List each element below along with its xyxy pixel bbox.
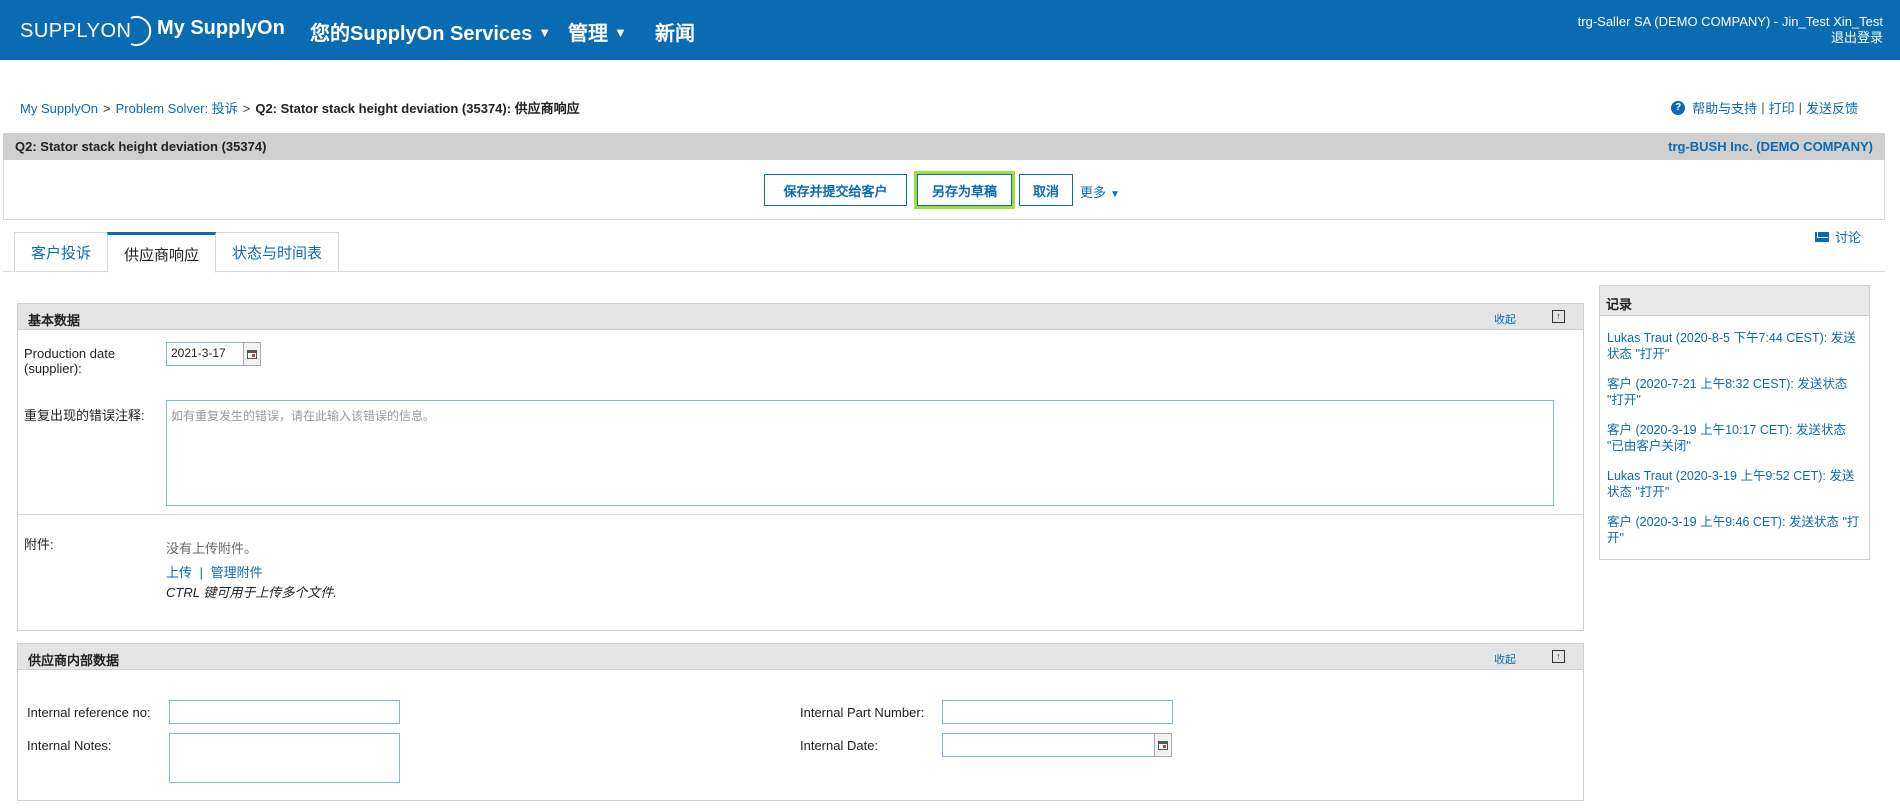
log-entry[interactable]: 客户 (2020-3-19 上午9:46 CET): 发送状态 "打开"	[1607, 514, 1863, 546]
nav-services[interactable]: 您的SupplyOn Services ▼	[310, 17, 551, 46]
complaint-title-bar: Q2: Stator stack height deviation (35374…	[3, 133, 1885, 160]
internal-data-title: 供应商内部数据	[28, 653, 120, 668]
user-name: trg-Saller SA (DEMO COMPANY) - Jin_Test …	[1577, 14, 1883, 29]
print-link[interactable]: 打印	[1769, 98, 1795, 117]
breadcrumb-current: Q2: Stator stack height deviation (35374…	[255, 101, 580, 116]
envelope-icon	[1815, 231, 1829, 242]
no-attachments-text: 没有上传附件。	[166, 541, 258, 556]
nav-admin[interactable]: 管理 ▼	[568, 17, 627, 46]
supplyon-logo[interactable]: SUPPLYON	[20, 14, 153, 48]
discuss-label: 讨论	[1835, 230, 1862, 245]
user-info: trg-Saller SA (DEMO COMPANY) - Jin_Test …	[1578, 14, 1883, 46]
internal-reference-label: Internal reference no:	[27, 705, 151, 720]
tab-status-timeline[interactable]: 状态与时间表	[215, 232, 340, 272]
recurring-error-textarea[interactable]: 如有重复发生的错误，请在此输入该错误的信息。	[166, 400, 1554, 506]
calendar-icon[interactable]	[1154, 733, 1172, 757]
ctrl-hint-text: CTRL 键可用于上传多个文件.	[166, 585, 337, 600]
basic-data-panel: 基本数据 收起 ↑ Production date (supplier): 20…	[17, 303, 1584, 631]
log-panel: 记录 Lukas Traut (2020-8-5 下午7:44 CEST): 发…	[1599, 285, 1870, 560]
collapse-link[interactable]: 收起	[1494, 651, 1516, 667]
internal-data-header: 供应商内部数据 收起 ↑	[18, 644, 1583, 670]
chevron-down-icon: ▼	[1110, 189, 1120, 200]
calendar-glyph	[1158, 740, 1168, 750]
attachment-links: 上传 | 管理附件	[166, 565, 263, 580]
section-divider	[18, 514, 1583, 515]
chevron-down-icon: ▼	[538, 25, 552, 40]
internal-date-input[interactable]	[942, 733, 1155, 757]
breadcrumb-my-supplyon[interactable]: My SupplyOn	[20, 101, 98, 116]
basic-data-title: 基本数据	[28, 313, 81, 328]
discuss-link[interactable]: 讨论	[1815, 227, 1861, 246]
log-entry[interactable]: 客户 (2020-7-21 上午8:32 CEST): 发送状态 "打开"	[1607, 376, 1863, 408]
save-draft-button[interactable]: 另存为草稿	[917, 174, 1012, 206]
nav-news-label: 新闻	[655, 23, 695, 45]
pin-top-icon[interactable]: ↑	[1552, 650, 1565, 663]
internal-reference-input[interactable]	[169, 700, 400, 724]
breadcrumb-problem-solver[interactable]: Problem Solver: 投诉	[116, 101, 238, 116]
internal-notes-textarea[interactable]	[169, 733, 400, 783]
calendar-glyph	[247, 349, 257, 359]
attachments-label: 附件:	[24, 537, 54, 552]
log-entry[interactable]: Lukas Traut (2020-3-19 上午9:52 CET): 发送状态…	[1607, 468, 1863, 500]
internal-date-label: Internal Date:	[800, 738, 879, 753]
nav-my-supplyon-label: My SupplyOn	[157, 17, 285, 39]
breadcrumb: My SupplyOn > Problem Solver: 投诉 > Q2: Stato…	[20, 98, 580, 117]
customer-company-link[interactable]: trg-BUSH Inc. (DEMO COMPANY)	[1668, 139, 1873, 154]
logo-swoosh-icon	[131, 16, 152, 46]
separator: |	[1798, 100, 1802, 115]
breadcrumb-separator: >	[103, 101, 111, 116]
log-entry[interactable]: 客户 (2020-3-19 上午10:17 CET): 发送状态 "已由客户关闭…	[1607, 422, 1863, 454]
log-entry[interactable]: Lukas Traut (2020-8-5 下午7:44 CEST): 发送状态…	[1607, 330, 1863, 362]
log-entries: Lukas Traut (2020-8-5 下午7:44 CEST): 发送状态…	[1600, 316, 1869, 546]
calendar-icon[interactable]	[243, 342, 261, 366]
save-submit-button[interactable]: 保存并提交给客户	[764, 174, 907, 206]
breadcrumb-separator: >	[242, 101, 251, 116]
more-menu[interactable]: 更多 ▼	[1080, 182, 1120, 201]
tab-bar: 客户投诉 供应商响应 状态与时间表	[14, 232, 340, 273]
upload-link[interactable]: 上传	[166, 565, 192, 580]
tab-supplier-response[interactable]: 供应商响应	[107, 232, 217, 273]
production-date-input[interactable]: 2021-3-17	[166, 342, 244, 366]
feedback-link[interactable]: 发送反馈	[1806, 98, 1858, 117]
nav-news[interactable]: 新闻	[655, 17, 695, 46]
supplier-internal-data-panel: 供应商内部数据 收起 ↑ Internal reference no: Inte…	[17, 643, 1584, 801]
collapse-link[interactable]: 收起	[1494, 311, 1516, 327]
pin-top-icon[interactable]: ↑	[1552, 310, 1565, 323]
nav-admin-label: 管理	[568, 23, 608, 45]
basic-data-header: 基本数据 收起 ↑	[18, 304, 1583, 330]
internal-notes-label: Internal Notes:	[27, 738, 112, 753]
nav-services-label: 您的SupplyOn Services	[310, 23, 533, 45]
more-label: 更多	[1080, 185, 1107, 200]
manage-attachments-link[interactable]: 管理附件	[211, 565, 263, 580]
help-link[interactable]: 帮助与支持	[1692, 98, 1757, 117]
action-bar: 保存并提交给客户 另存为草稿 取消 更多 ▼	[3, 160, 1885, 220]
chevron-down-icon: ▼	[614, 25, 627, 40]
complaint-title: Q2: Stator stack height deviation (35374…	[15, 139, 267, 154]
logo-text: SUPPLYON	[20, 19, 132, 42]
internal-part-number-label: Internal Part Number:	[800, 705, 925, 720]
recurring-error-label: 重复出现的错误注释:	[24, 408, 145, 423]
utility-links: ? 帮助与支持 | 打印 | 发送反馈	[1671, 98, 1858, 117]
help-icon[interactable]: ?	[1671, 100, 1686, 115]
internal-part-number-input[interactable]	[942, 700, 1173, 724]
link-separator: |	[199, 565, 204, 580]
nav-my-supplyon[interactable]: My SupplyOn	[157, 17, 285, 40]
tab-customer-complaint[interactable]: 客户投诉	[14, 232, 109, 272]
cancel-button[interactable]: 取消	[1019, 174, 1073, 206]
production-date-label: Production date (supplier):	[24, 346, 116, 376]
top-navigation-bar: SUPPLYON My SupplyOn 您的SupplyOn Services…	[0, 0, 1900, 60]
logout-link[interactable]: 退出登录	[1578, 30, 1883, 46]
separator: |	[1761, 100, 1765, 115]
log-title: 记录	[1600, 286, 1869, 316]
